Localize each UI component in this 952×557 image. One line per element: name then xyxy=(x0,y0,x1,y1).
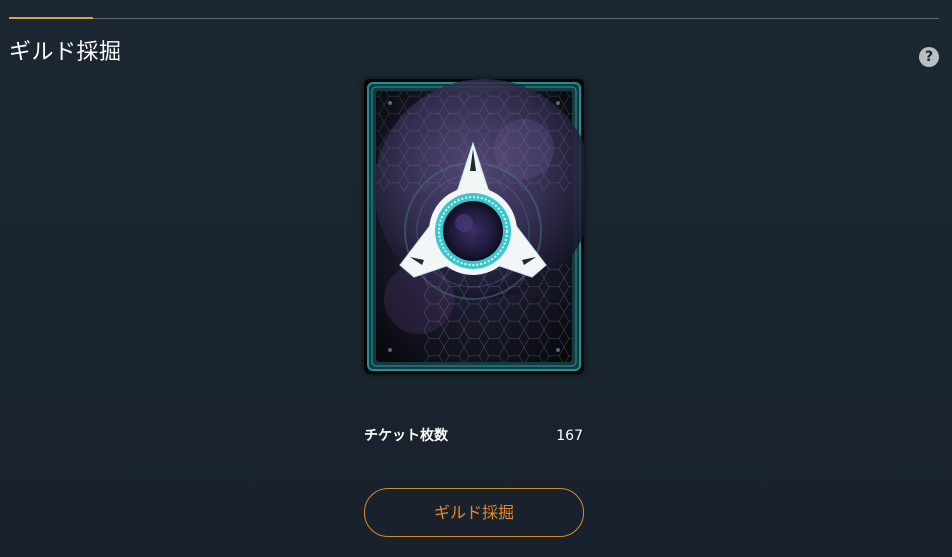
header-divider xyxy=(9,18,939,19)
header-accent xyxy=(9,17,93,19)
ticket-count-value: 167 xyxy=(556,428,583,444)
page-title: ギルド採掘 xyxy=(9,40,122,65)
guild-mining-button[interactable]: ギルド採掘 xyxy=(364,488,584,537)
guild-mining-emblem-icon xyxy=(364,79,584,374)
help-icon[interactable]: ? xyxy=(919,47,939,67)
guild-mining-card xyxy=(364,79,584,374)
ticket-count-label: チケット枚数 xyxy=(364,428,448,444)
guild-mining-page: ギルド採掘 ? チケット枚数 167 ギルド採掘 xyxy=(0,0,952,557)
